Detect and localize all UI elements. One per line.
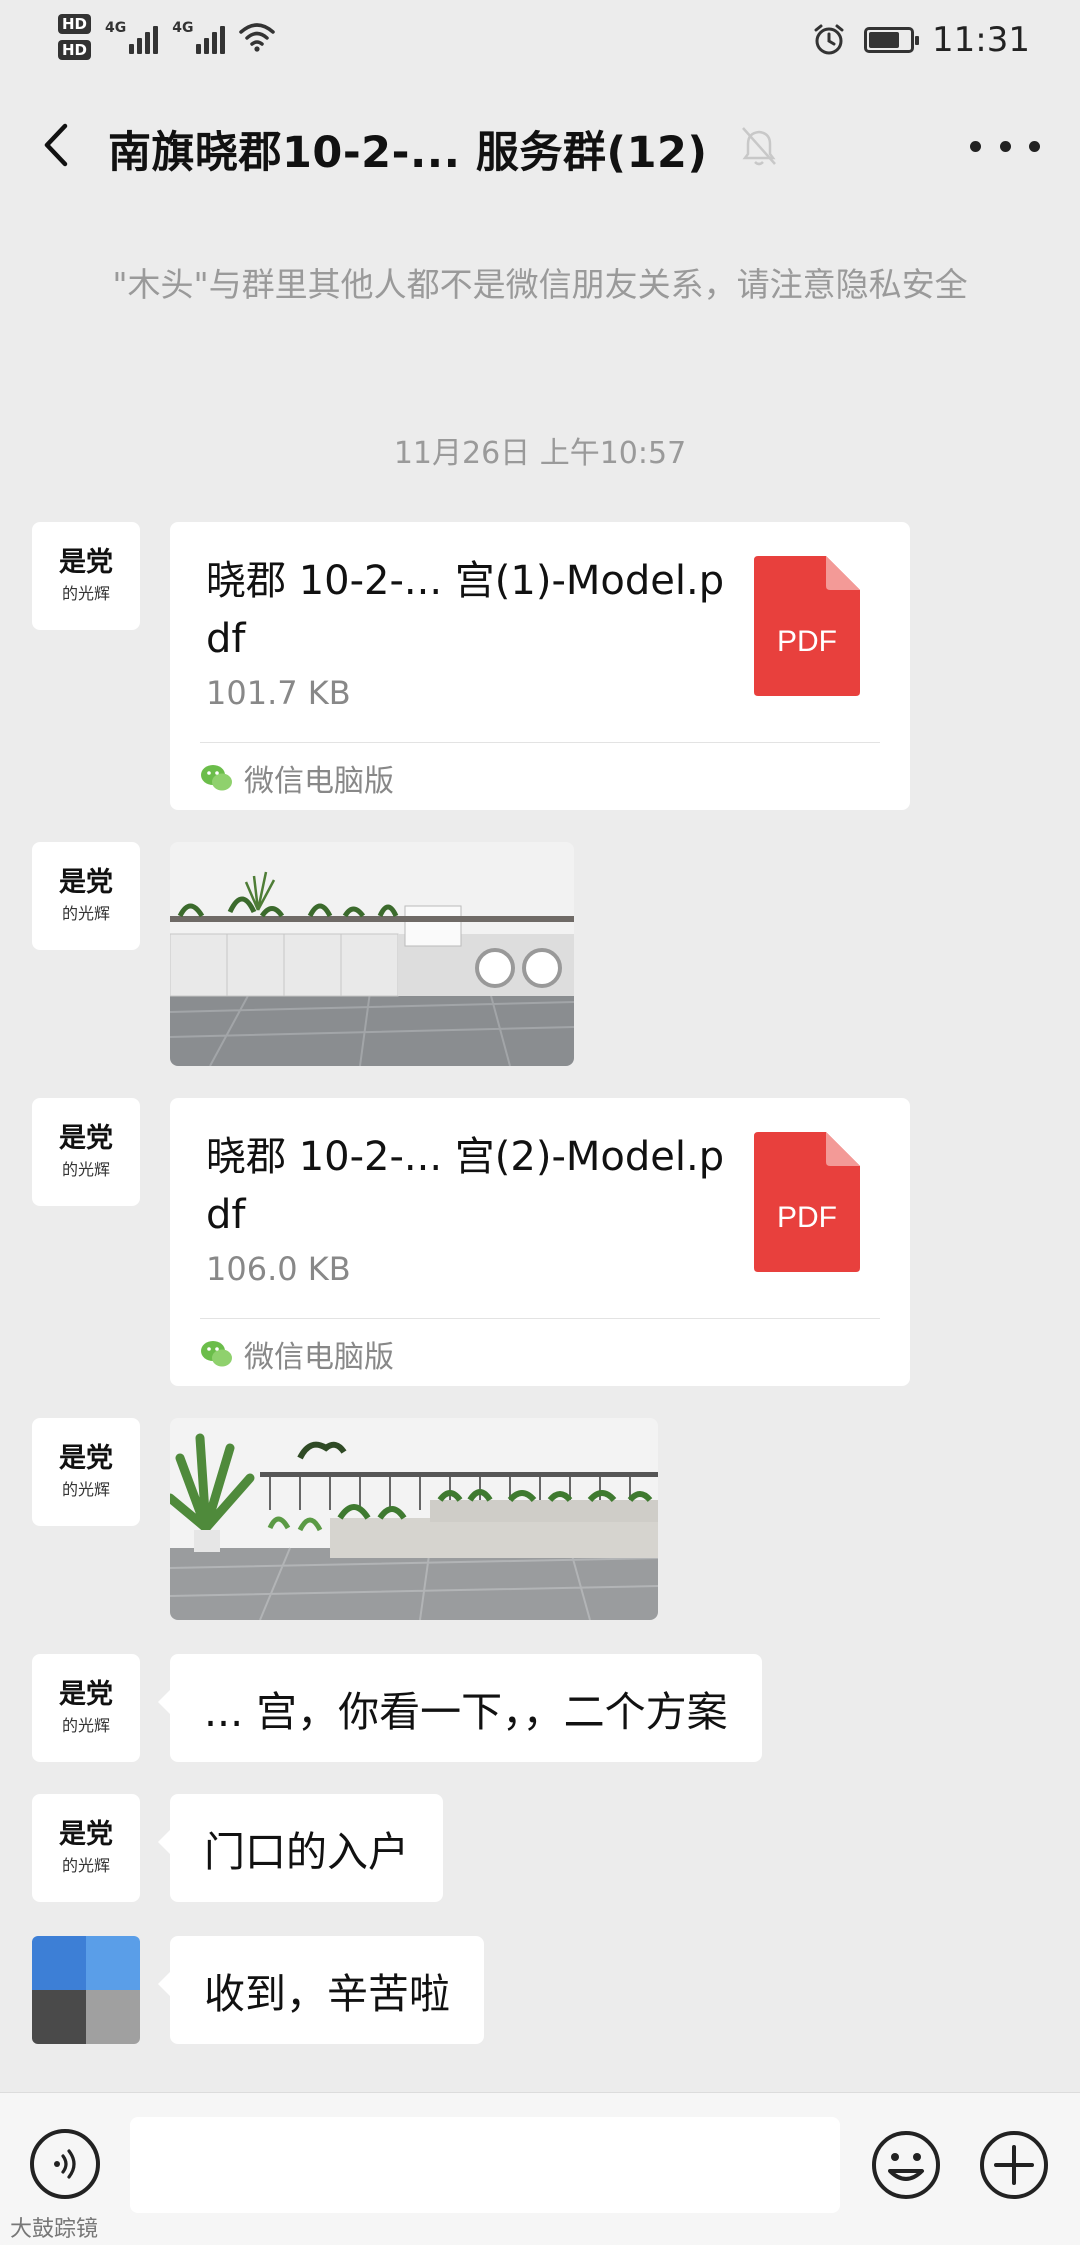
- hd2-badge: HD: [58, 40, 92, 60]
- alarm-icon: [814, 24, 844, 55]
- avatar[interactable]: 是党 的光辉: [32, 522, 140, 630]
- svg-text:PDF: PDF: [777, 1201, 837, 1234]
- text-message[interactable]: ... 宫，你看一下，，二个方案: [158, 1654, 762, 1762]
- avatar-tile: [86, 1936, 140, 1990]
- avatar[interactable]: 是党 的光辉: [32, 1794, 140, 1902]
- file-name: 晓郡 10-2-... 宫(2)-Model.pdf: [206, 1134, 725, 1238]
- image-message[interactable]: [170, 1418, 658, 1620]
- back-button[interactable]: [30, 118, 84, 172]
- text-message[interactable]: 收到，辛苦啦: [158, 1936, 484, 2044]
- divider: [200, 1318, 880, 1319]
- message-timestamp: 11月26日 上午10:57: [393, 436, 687, 471]
- balcony-laundry-image: [170, 842, 574, 1066]
- watermark: 大鼓踪镜: [10, 2217, 99, 2242]
- more-dot-icon: [1029, 140, 1040, 152]
- image-message[interactable]: [170, 842, 574, 1066]
- battery-icon: [864, 27, 920, 53]
- file-message[interactable]: 晓郡 10-2-... 宫(2)-Model.pdf 106.0 KB PDF …: [170, 1098, 910, 1386]
- input-bar: 大鼓踪镜: [0, 2092, 1080, 2245]
- status-bar: HD HD 4G 4G 11:31: [0, 0, 1080, 80]
- avatar[interactable]: 是党 的光辉: [32, 1098, 140, 1206]
- avatar[interactable]: 是党 的光辉: [32, 842, 140, 950]
- file-message[interactable]: 晓郡 10-2-... 宫(1)-Model.pdf 101.7 KB PDF …: [170, 522, 910, 810]
- avatar-tile: [86, 1990, 140, 2044]
- plus-icon[interactable]: [978, 2129, 1050, 2201]
- wifi-icon: [239, 23, 276, 52]
- text-message[interactable]: 门口的入户: [158, 1794, 443, 1902]
- message-input[interactable]: [130, 2117, 840, 2213]
- hd1-badge: HD: [58, 14, 92, 34]
- pdf-file-icon: PDF: [754, 1132, 860, 1272]
- file-name: 晓郡 10-2-... 宫(1)-Model.pdf: [206, 558, 725, 662]
- divider: [200, 742, 880, 743]
- signal-1-icon: 4G: [105, 20, 159, 54]
- pdf-file-icon: PDF: [754, 556, 860, 696]
- more-dot-icon: [999, 140, 1011, 152]
- more-dot-icon: [970, 140, 981, 152]
- balcony-garden-image: [170, 1418, 658, 1620]
- wechat-icon: [201, 1341, 232, 1367]
- avatar-tile: [32, 1936, 86, 1990]
- chevron-left-icon: [44, 123, 68, 167]
- avatar[interactable]: 是党 的光辉: [32, 1418, 140, 1526]
- signal-indicators: HD HD 4G 4G: [58, 14, 276, 60]
- svg-text:PDF: PDF: [777, 625, 837, 658]
- file-source: 微信电脑版: [200, 1332, 394, 1376]
- file-source: 微信电脑版: [200, 756, 394, 800]
- bell-off-icon: [742, 127, 776, 166]
- signal-2-icon: 4G: [172, 20, 226, 54]
- emoji-icon[interactable]: [870, 2129, 942, 2201]
- voice-button[interactable]: [30, 2129, 100, 2199]
- wechat-icon: [201, 765, 232, 791]
- chat-header: 南旗晓郡10-2-... 服务群(12): [0, 100, 1080, 190]
- avatar[interactable]: 是党 的光辉: [32, 1654, 140, 1762]
- file-size: 106.0 KB: [206, 1250, 351, 1288]
- clock: 11:31: [932, 20, 1030, 60]
- privacy-notice: "木头"与群里其他人都不是微信朋友关系，请注意隐私安全: [112, 265, 968, 304]
- chat-title: 南旗晓郡10-2-... 服务群(12): [108, 128, 708, 178]
- avatar[interactable]: [32, 1936, 140, 2044]
- file-size: 101.7 KB: [206, 674, 351, 712]
- avatar-tile: [32, 1990, 86, 2044]
- more-button[interactable]: [970, 124, 1040, 168]
- voice-icon: [54, 2149, 76, 2179]
